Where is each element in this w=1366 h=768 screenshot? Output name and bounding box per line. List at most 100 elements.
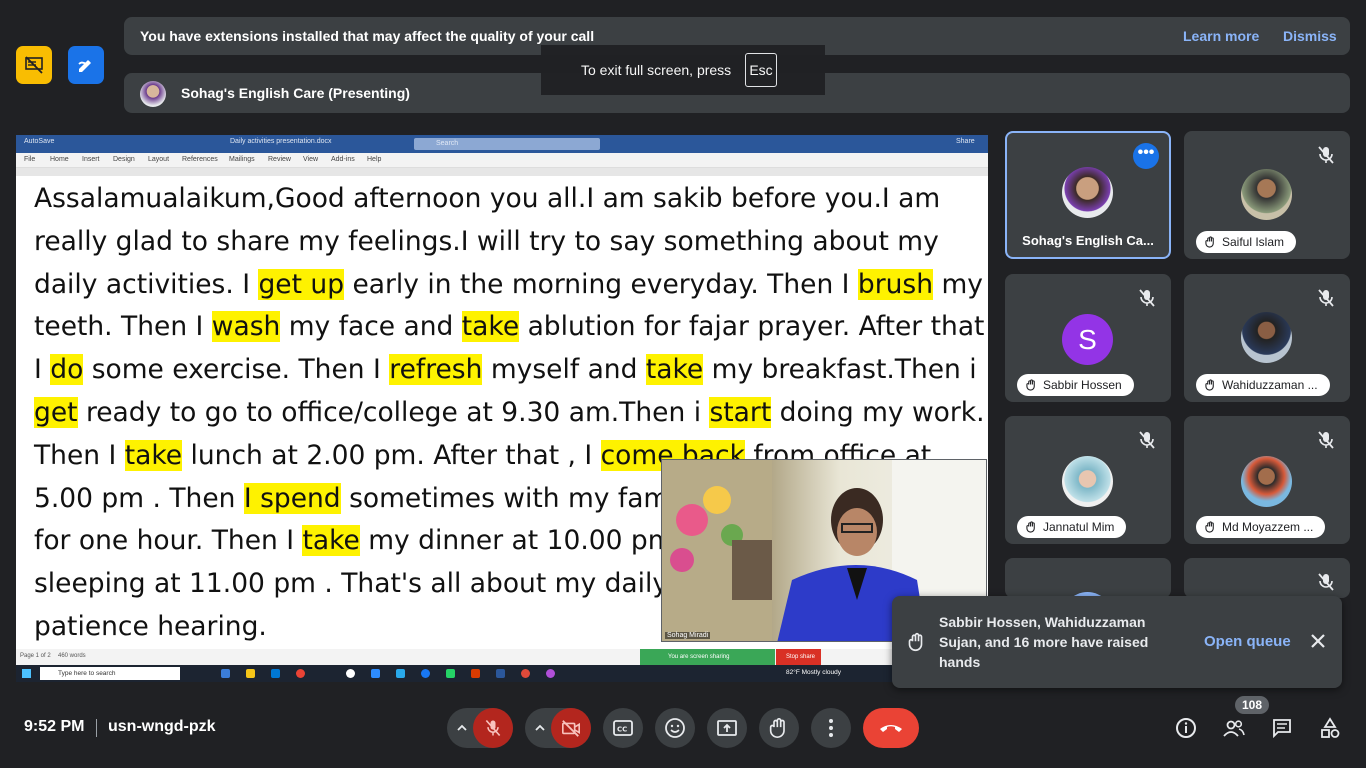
word-icon — [496, 669, 505, 678]
captions-button[interactable]: CC — [603, 708, 643, 748]
app2-icon — [521, 669, 530, 678]
avatar — [1241, 169, 1292, 220]
facebook-icon — [421, 669, 430, 678]
participant-tile[interactable]: Saiful Islam — [1184, 131, 1350, 259]
avatar — [1062, 456, 1113, 507]
participant-tile[interactable]: Md Moyazzem ... — [1184, 416, 1350, 544]
learn-more-link[interactable]: Learn more — [1183, 28, 1259, 44]
reactions-button[interactable] — [655, 708, 695, 748]
word-menu-item: Insert — [82, 156, 100, 163]
highlighted-word: take — [461, 311, 520, 343]
participant-tile[interactable]: Wahiduzzaman ... — [1184, 274, 1350, 402]
participant-name-label: Md Moyazzem ... — [1196, 516, 1326, 538]
participant-tile[interactable]: S Sabbir Hossen — [1005, 274, 1171, 402]
word-menu-item: Home — [50, 156, 69, 163]
document-line: really glad to share my feelings.I will … — [34, 225, 939, 257]
clock: 9:52 PM — [24, 718, 85, 735]
highlighted-word: I spend — [243, 482, 341, 514]
word-ruler — [16, 168, 988, 176]
participant-tile[interactable]: ••• Sohag's English Ca... — [1005, 131, 1171, 259]
activities-button[interactable] — [1316, 708, 1344, 748]
svg-text:CC: CC — [617, 726, 627, 734]
present-screen-icon — [717, 720, 737, 736]
extension-warning-text: You have extensions installed that may a… — [140, 28, 595, 44]
more-options-icon[interactable]: ••• — [1133, 143, 1159, 169]
highlighted-word: take — [124, 439, 183, 471]
raised-hands-message: Sabbir Hossen, Wahiduzzaman Sujan, and 1… — [939, 614, 1149, 670]
participant-name-label: Wahiduzzaman ... — [1196, 374, 1330, 396]
participant-name: Saiful Islam — [1222, 235, 1285, 249]
camera-off-icon — [562, 720, 580, 737]
participant-name: Sabbir Hossen — [1043, 378, 1122, 392]
highlighted-word: take — [302, 525, 360, 557]
participant-name: Jannatul Mim — [1043, 520, 1115, 534]
chat-icon — [1273, 719, 1291, 739]
people-button[interactable] — [1220, 708, 1248, 748]
dismiss-button[interactable]: Dismiss — [1283, 28, 1337, 44]
highlighted-word: do — [50, 354, 84, 386]
highlighted-word: start — [709, 396, 772, 428]
screen-sharing-bar: You are screen sharing — [640, 649, 775, 665]
participant-tile[interactable]: Jannatul Mim — [1005, 416, 1171, 544]
camera-toggle-button[interactable] — [551, 708, 591, 748]
whiteboard-icon[interactable] — [68, 46, 104, 84]
avatar-letter: S — [1062, 314, 1113, 365]
captions-icon: CC — [613, 720, 633, 736]
whatsapp-icon — [446, 669, 455, 678]
participant-tile[interactable] — [1005, 558, 1171, 598]
word-menu-item: References — [182, 156, 218, 163]
word-menu-item: File — [24, 156, 36, 163]
present-button[interactable] — [707, 708, 747, 748]
participant-name-label: Saiful Islam — [1196, 231, 1297, 253]
mic-off-icon — [1318, 289, 1334, 307]
windows-start-icon — [22, 669, 31, 678]
taskbar-weather: 82°F Mostly cloudy — [786, 669, 841, 676]
hang-up-icon — [880, 725, 902, 732]
chat-button[interactable] — [1268, 708, 1296, 748]
explorer-icon — [246, 669, 255, 678]
divider — [96, 719, 97, 737]
chevron-up-icon[interactable] — [533, 721, 547, 735]
mic-toggle-button[interactable] — [473, 708, 513, 748]
word-menu-item: Mailings — [229, 156, 255, 163]
activities-shapes-icon — [1321, 717, 1340, 738]
raised-hand-icon — [1026, 379, 1035, 391]
chrome-icon — [296, 669, 305, 678]
participant-tile[interactable] — [1184, 558, 1350, 598]
close-icon[interactable] — [1309, 632, 1327, 650]
word-menu-item: Review — [268, 156, 291, 163]
participant-name-label: Sabbir Hossen — [1017, 374, 1134, 396]
more-options-button[interactable] — [811, 708, 851, 748]
word-menu-item: Add-ins — [331, 156, 355, 163]
windows-taskbar: Type here to search 82°F Mostly cloudy — [16, 665, 988, 682]
highlighted-word: get — [34, 396, 78, 428]
emoji-icon — [665, 718, 685, 738]
presenter-avatar — [140, 81, 166, 107]
word-title-bar: AutoSave Daily activities presentation.d… — [16, 135, 988, 153]
edge-icon — [221, 669, 230, 678]
document-line: Assalamualaikum,Good afternoon you all.I… — [34, 183, 941, 214]
raised-hand-icon — [1205, 521, 1214, 533]
chevron-up-icon[interactable] — [455, 721, 469, 735]
taskbar-search: Type here to search — [40, 667, 180, 680]
presentation-off-icon[interactable] — [16, 46, 52, 84]
highlighted-word: brush — [857, 268, 934, 300]
people-icon — [1223, 720, 1245, 737]
meeting-info-button[interactable] — [1172, 708, 1200, 748]
avatar — [1241, 456, 1292, 507]
self-video-name: Sohag Miradi — [665, 632, 711, 639]
leave-call-button[interactable] — [863, 708, 919, 748]
mic-off-icon — [1139, 289, 1155, 307]
telegram-icon — [396, 669, 405, 678]
raised-hand-icon — [908, 632, 923, 652]
mic-off-icon — [1318, 431, 1334, 449]
highlighted-word: wash — [211, 311, 281, 343]
participant-name-label: Jannatul Mim — [1017, 516, 1127, 538]
raise-hand-button[interactable] — [759, 708, 799, 748]
word-menu-item: Help — [367, 156, 382, 163]
word-search-box: Search — [414, 138, 600, 150]
app-icon — [346, 669, 355, 678]
word-menu-bar: File Home Insert Design Layout Reference… — [16, 153, 988, 168]
zoom-icon — [371, 669, 380, 678]
open-queue-button[interactable]: Open queue — [1204, 633, 1291, 650]
